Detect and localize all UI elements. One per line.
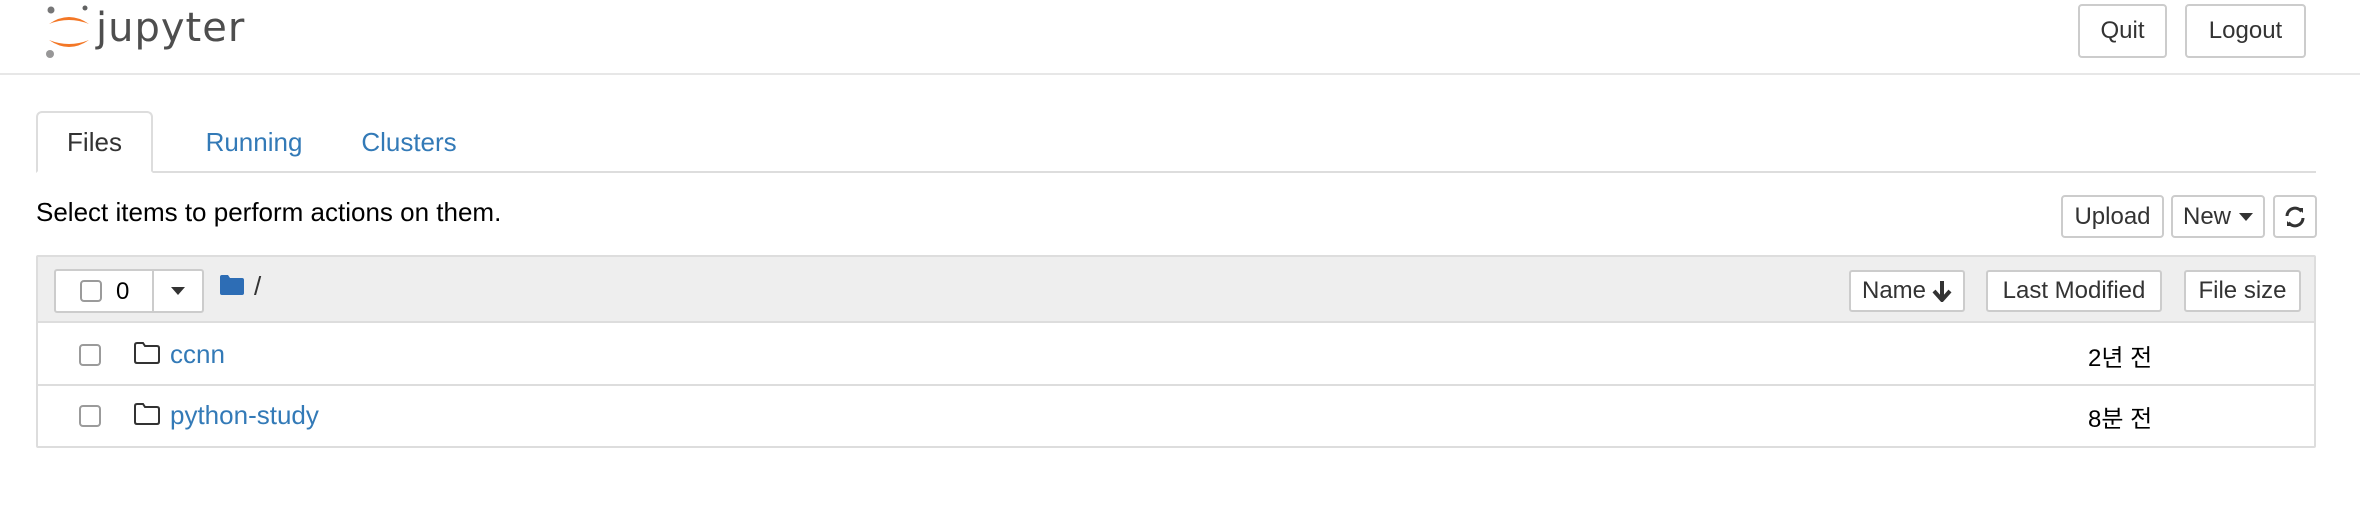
sort-by-last-modified-button[interactable]: Last Modified <box>1986 270 2162 312</box>
jupyter-logo[interactable]: jupyter <box>44 4 245 62</box>
file-list: 0 / Name Last Modified File size ccnn 2년… <box>36 255 2316 448</box>
new-dropdown-button[interactable]: New <box>2171 195 2265 238</box>
tab-running[interactable]: Running <box>186 111 322 173</box>
tab-bar: Files Running Clusters <box>36 111 2316 173</box>
jupyter-logo-icon <box>46 5 89 58</box>
selection-dropdown-button[interactable] <box>152 269 204 313</box>
top-header: jupyter Quit Logout <box>0 0 2360 75</box>
list-item[interactable]: ccnn 2년 전 <box>38 323 2314 386</box>
logo-text: jupyter <box>96 5 246 51</box>
select-all-checkbox[interactable] <box>80 280 102 302</box>
sort-name-label: Name <box>1861 277 1927 304</box>
selected-count: 0 <box>116 278 130 305</box>
sort-by-name-button[interactable]: Name <box>1849 270 1965 312</box>
folder-outline-icon <box>134 342 160 364</box>
logout-button[interactable]: Logout <box>2185 4 2306 58</box>
tab-clusters[interactable]: Clusters <box>346 111 472 173</box>
tab-files[interactable]: Files <box>36 111 153 173</box>
breadcrumb-root[interactable]: / <box>254 271 261 302</box>
folder-icon[interactable] <box>219 274 245 296</box>
item-checkbox[interactable] <box>79 344 101 366</box>
item-checkbox[interactable] <box>79 405 101 427</box>
upload-button[interactable]: Upload <box>2061 195 2164 238</box>
folder-outline-icon <box>134 403 160 425</box>
sort-by-file-size-button[interactable]: File size <box>2184 270 2301 312</box>
quit-button[interactable]: Quit <box>2078 4 2167 58</box>
selection-instruction: Select items to perform actions on them. <box>36 197 502 227</box>
refresh-icon <box>2285 206 2305 227</box>
caret-down-icon <box>171 287 185 295</box>
caret-down-icon <box>2239 212 2253 221</box>
list-item[interactable]: python-study 8분 전 <box>38 386 2314 449</box>
list-header: 0 / Name Last Modified File size <box>38 257 2314 323</box>
item-name-link[interactable]: python-study <box>170 400 319 431</box>
item-modified: 2년 전 <box>2088 345 2153 372</box>
item-name-link[interactable]: ccnn <box>170 339 225 370</box>
new-label: New <box>2182 202 2231 230</box>
item-modified: 8분 전 <box>2088 406 2153 433</box>
select-all-group[interactable]: 0 <box>54 269 154 313</box>
refresh-button[interactable] <box>2273 195 2317 238</box>
arrow-down-icon <box>1932 281 1952 302</box>
